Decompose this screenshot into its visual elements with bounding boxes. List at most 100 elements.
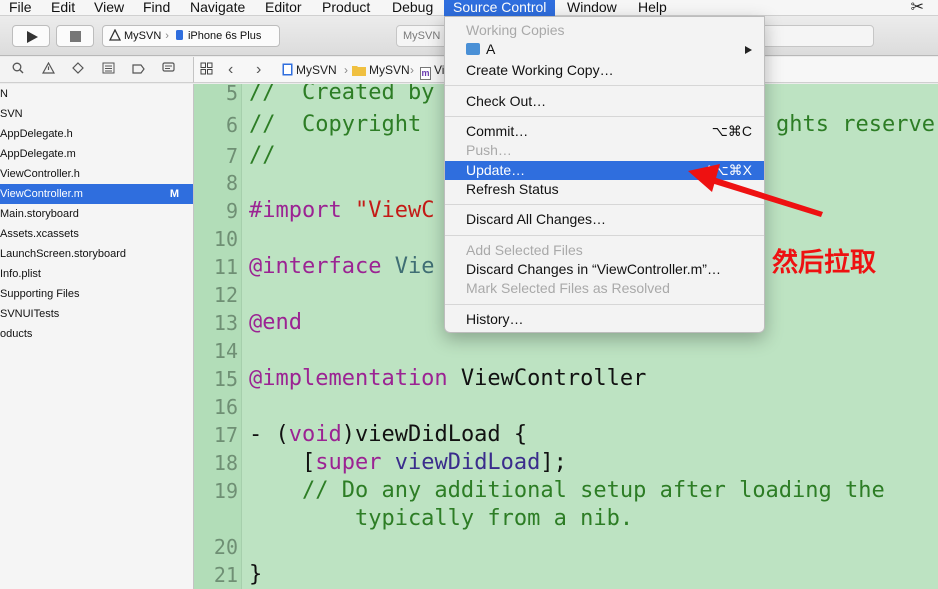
stop-icon	[70, 31, 81, 42]
back-chevron-icon[interactable]: ‹	[228, 62, 233, 78]
menu-item-label: Check Out…	[466, 93, 547, 109]
list-item[interactable]: N	[0, 84, 193, 104]
jump-crumb-file[interactable]: m Vi	[420, 62, 444, 80]
grid-icon[interactable]	[200, 62, 213, 79]
list-item-label: oducts	[0, 328, 33, 340]
submenu-arrow-icon	[745, 46, 752, 54]
list-item-selected[interactable]: ViewController.m M	[0, 184, 193, 204]
stop-button[interactable]	[56, 25, 94, 47]
list-item[interactable]: Assets.xcassets	[0, 224, 193, 244]
list-item-label: ViewController.h	[0, 168, 80, 180]
list-item-label: ViewController.m	[0, 188, 83, 200]
test-diamond-icon[interactable]	[70, 62, 86, 78]
project-file-icon	[282, 63, 293, 76]
forward-chevron-icon[interactable]: ›	[256, 62, 261, 78]
list-item-label: SVN	[0, 108, 23, 120]
menu-shortcut: ⌥⌘C	[711, 123, 752, 139]
list-item[interactable]: Info.plist	[0, 264, 193, 284]
modified-badge: M	[169, 188, 179, 200]
jump-crumb-project[interactable]: MySVN	[282, 62, 337, 78]
menu-item-create-working-copy[interactable]: Create Working Copy…	[445, 61, 764, 80]
menu-navigate[interactable]: Navigate	[181, 0, 254, 16]
code-line: @implementation ViewController	[249, 365, 646, 393]
line-number: 18	[213, 451, 238, 475]
code-line: [super viewDidLoad];	[249, 449, 567, 477]
line-number: 7	[225, 144, 238, 168]
code-token: @interface	[249, 254, 382, 279]
debug-lines-icon[interactable]	[100, 62, 116, 78]
menu-item-label: History…	[466, 311, 524, 327]
status-text: MySVN	[403, 30, 441, 42]
chevron-right-icon: ›	[344, 63, 348, 77]
menu-help[interactable]: Help	[629, 0, 676, 16]
code-token: super	[315, 450, 382, 475]
objc-file-icon: m	[420, 67, 431, 80]
menu-view[interactable]: View	[85, 0, 133, 16]
device-icon	[175, 30, 183, 40]
list-item[interactable]: AppDelegate.m	[0, 144, 193, 164]
code-token: "ViewC	[341, 198, 435, 223]
scheme-device-label: iPhone 6s Plus	[187, 30, 262, 42]
code-line: @interface Vie	[249, 253, 434, 281]
menu-separator	[445, 235, 764, 236]
list-item[interactable]: Supporting Files	[0, 284, 193, 304]
menu-item-check-out[interactable]: Check Out…	[445, 92, 764, 111]
list-item[interactable]: Main.storyboard	[0, 204, 193, 224]
menu-item-push: Push…	[445, 141, 764, 160]
menu-item-label: Mark Selected Files as Resolved	[466, 280, 670, 296]
list-item[interactable]: SVNUITests	[0, 304, 193, 324]
list-item-label: Assets.xcassets	[0, 228, 79, 240]
menu-bar: File Edit View Find Navigate Editor Prod…	[0, 0, 938, 16]
menu-source-control[interactable]: Source Control	[444, 0, 556, 16]
menu-separator	[445, 85, 764, 86]
menu-item-label: Create Working Copy…	[466, 62, 614, 78]
menu-item-label: A	[486, 41, 496, 57]
list-item-label: AppDelegate.m	[0, 148, 76, 160]
menu-editor[interactable]: Editor	[256, 0, 311, 16]
code-token: - (	[249, 422, 289, 447]
code-token: )viewDidLoad {	[341, 422, 528, 447]
code-line: // Copyright	[249, 112, 422, 137]
menu-separator	[445, 116, 764, 117]
list-item[interactable]: SVN	[0, 104, 193, 124]
code-token: @implementation	[249, 366, 448, 391]
scissors-icon[interactable]: ✂	[911, 0, 924, 17]
report-bubble-icon[interactable]	[160, 62, 176, 78]
list-item[interactable]: ViewController.h	[0, 164, 193, 184]
menu-product[interactable]: Product	[313, 0, 379, 16]
menu-section-working-copies: Working Copies	[445, 21, 764, 40]
menu-window[interactable]: Window	[558, 0, 626, 16]
code-token: ];	[540, 450, 567, 475]
annotation-caption: 然后拉取	[772, 248, 877, 278]
annotation-arrow	[688, 164, 823, 217]
code-line: // Do any additional setup after loading…	[249, 478, 885, 503]
line-number: 10	[213, 227, 238, 251]
breakpoint-icon[interactable]	[130, 62, 146, 78]
warning-icon[interactable]	[40, 61, 56, 78]
list-item[interactable]: AppDelegate.h	[0, 124, 193, 144]
menu-item-commit[interactable]: Commit… ⌥⌘C	[445, 122, 764, 141]
line-number: 5	[225, 84, 238, 105]
search-icon[interactable]	[10, 62, 26, 78]
code-token: viewDidLoad	[394, 450, 541, 475]
scheme-selector[interactable]: MySVN › iPhone 6s Plus	[102, 25, 280, 47]
menu-item-add-selected-files: Add Selected Files	[445, 241, 764, 260]
code-line: #import "ViewC	[249, 197, 434, 225]
line-number: 19	[213, 479, 238, 503]
list-item-label: N	[0, 88, 8, 100]
list-item[interactable]: LaunchScreen.storyboard	[0, 244, 193, 264]
menu-separator	[445, 304, 764, 305]
jump-crumb-folder[interactable]: MySVN	[352, 62, 410, 78]
menu-item-repository[interactable]: A	[445, 40, 764, 59]
list-item-label: SVNUITests	[0, 308, 60, 320]
menu-debug[interactable]: Debug	[383, 0, 442, 16]
list-item[interactable]: oducts	[0, 324, 193, 344]
run-button[interactable]	[12, 25, 50, 47]
menu-find[interactable]: Find	[134, 0, 179, 16]
menu-file[interactable]: File	[0, 0, 41, 16]
menu-item-history[interactable]: History…	[445, 310, 764, 329]
code-token: void	[288, 422, 342, 447]
line-number: 20	[213, 535, 238, 559]
menu-item-discard-changes-in-file[interactable]: Discard Changes in “ViewController.m”…	[445, 260, 764, 279]
menu-edit[interactable]: Edit	[42, 0, 84, 16]
